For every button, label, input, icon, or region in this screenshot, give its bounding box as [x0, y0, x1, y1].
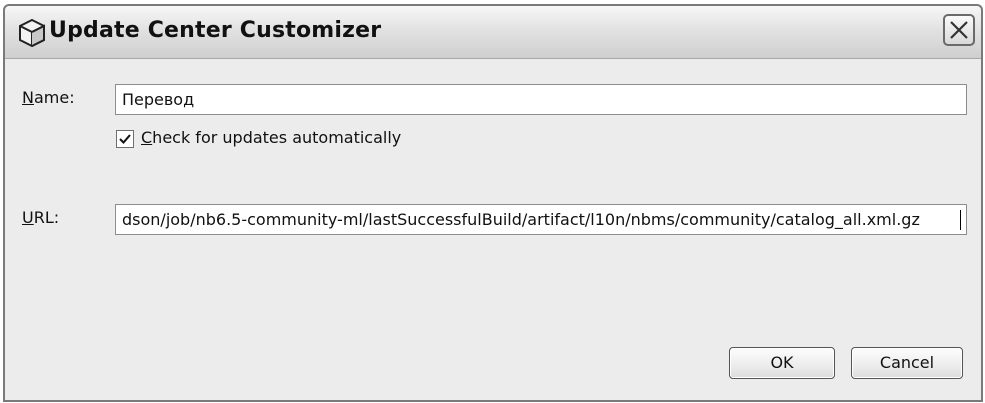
- checkmark-icon: [119, 134, 131, 144]
- check-updates-label[interactable]: Check for updates automatically: [141, 128, 401, 147]
- check-updates-checkbox[interactable]: [116, 130, 134, 148]
- cancel-button[interactable]: Cancel: [851, 347, 963, 379]
- update-center-customizer-dialog: Update Center Customizer Name: Перевод C…: [3, 4, 983, 402]
- name-label: Name:: [22, 88, 75, 107]
- url-field-value: dson/job/nb6.5-community-ml/lastSuccessf…: [122, 210, 920, 229]
- name-field-value: Перевод: [122, 90, 195, 109]
- close-icon: [950, 21, 968, 39]
- url-label: URL:: [22, 208, 60, 227]
- ok-button[interactable]: OK: [729, 347, 835, 379]
- url-field[interactable]: dson/job/nb6.5-community-ml/lastSuccessf…: [115, 204, 967, 235]
- close-button[interactable]: [943, 14, 975, 46]
- title-bar[interactable]: Update Center Customizer: [5, 6, 981, 59]
- text-caret: [960, 210, 961, 230]
- nb-cube-icon: [17, 18, 47, 48]
- dialog-content: Name: Перевод Check for updates automati…: [5, 59, 981, 400]
- dialog-title: Update Center Customizer: [49, 18, 382, 43]
- name-field[interactable]: Перевод: [115, 84, 967, 115]
